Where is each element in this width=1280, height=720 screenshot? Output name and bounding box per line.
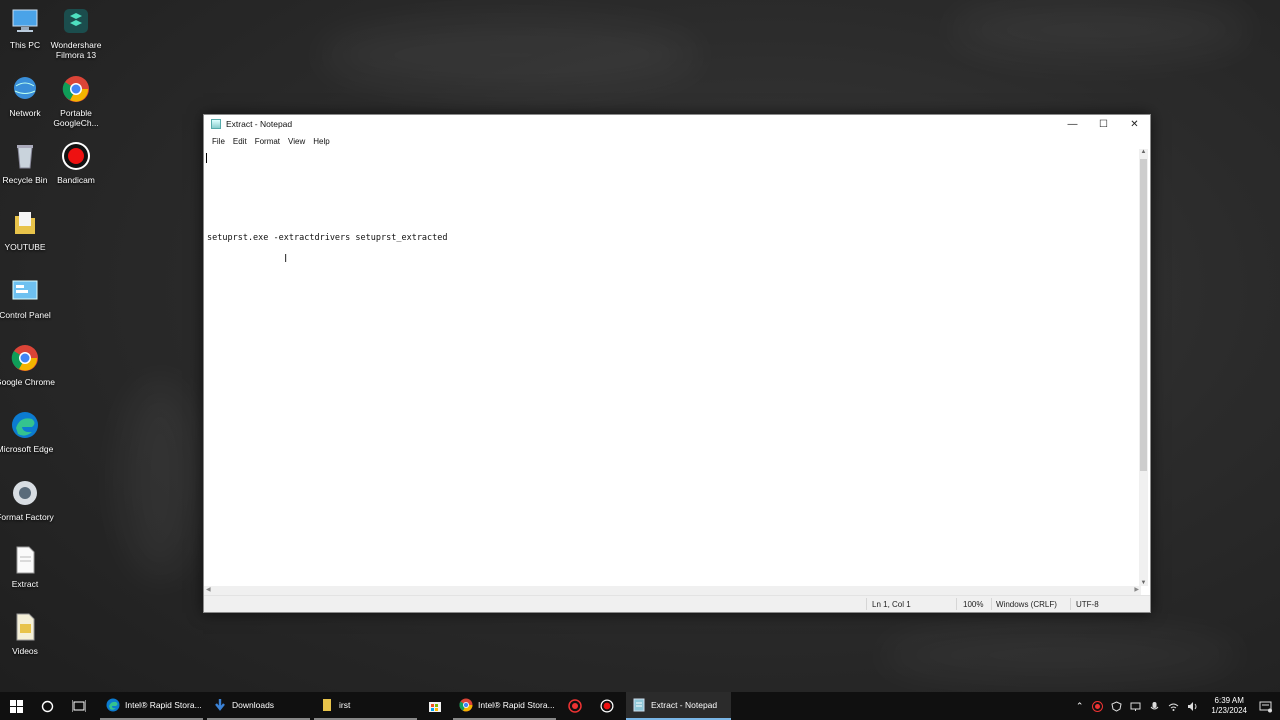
vertical-scrollbar[interactable]: ▲ ▼ <box>1139 149 1148 586</box>
notification-icon[interactable] <box>1259 700 1272 713</box>
background-smudge <box>950 0 1250 60</box>
filmora-icon <box>61 6 91 36</box>
system-tray: ⌃ 6:39 AM 1/23/2024 <box>1071 692 1280 720</box>
video-file-icon <box>10 612 40 642</box>
text-caret <box>206 153 207 163</box>
windows-icon <box>9 699 23 713</box>
chrome-icon <box>459 698 473 712</box>
desktop-icon-format-factory[interactable]: Format Factory <box>0 478 56 522</box>
download-icon <box>215 699 225 711</box>
menu-bar: File Edit Format View Help <box>204 133 1150 149</box>
tray-volume-icon[interactable] <box>1187 701 1199 712</box>
tray-shield-icon[interactable] <box>1111 700 1122 712</box>
text-file-icon <box>10 545 40 575</box>
folder-icon <box>323 699 331 711</box>
close-button[interactable]: ✕ <box>1119 115 1150 133</box>
tray-bandicam-icon[interactable] <box>1092 700 1104 712</box>
notepad-icon <box>633 698 645 712</box>
notepad-window: Extract - Notepad — ☐ ✕ File Edit Format… <box>203 114 1151 613</box>
search-icon <box>41 700 53 712</box>
folder-icon <box>10 208 40 238</box>
taskbar-app-store[interactable] <box>422 692 448 720</box>
background-smudge <box>880 630 1240 680</box>
taskbar-app-edge-intel[interactable]: Intel® Rapid Stora... <box>100 692 203 720</box>
taskbar-app-irst-folder[interactable]: irst <box>314 692 417 720</box>
scroll-left-arrow-icon[interactable]: ◀ <box>206 586 211 593</box>
store-icon <box>429 702 441 712</box>
window-title: Extract - Notepad <box>226 119 293 129</box>
taskbar-app-label: Downloads <box>232 700 275 710</box>
clock[interactable]: 6:39 AM 1/23/2024 <box>1211 696 1247 716</box>
desktop-icon-youtube-folder[interactable]: YOUTUBE <box>0 208 56 252</box>
status-cursor-position: Ln 1, Col 1 <box>872 600 911 609</box>
desktop-icon-control-panel[interactable]: Control Panel <box>0 276 56 320</box>
taskbar-app-notepad[interactable]: Extract - Notepad <box>626 692 731 720</box>
scroll-up-arrow-icon[interactable]: ▲ <box>1139 149 1148 155</box>
edge-icon <box>106 698 120 712</box>
control-panel-icon <box>10 276 40 306</box>
recycle-bin-icon <box>10 141 40 171</box>
status-bar: Ln 1, Col 1 100% Windows (CRLF) UTF-8 <box>204 595 1150 612</box>
desktop-icon-portable-chrome[interactable]: Portable GoogleCh... <box>45 74 107 128</box>
taskbar-app-label: Intel® Rapid Stora... <box>125 700 202 710</box>
desktop-icon-edge[interactable]: Microsoft Edge <box>0 410 56 454</box>
chrome-icon <box>10 343 40 373</box>
desktop-icon-google-chrome[interactable]: Google Chrome <box>0 343 56 387</box>
notepad-icon <box>211 119 221 129</box>
clock-time: 6:39 AM <box>1214 696 1244 705</box>
bandicam-icon <box>61 141 91 171</box>
desktop-icon-bandicam[interactable]: Bandicam <box>45 141 107 185</box>
menu-format[interactable]: Format <box>251 137 284 146</box>
ibeam-cursor-icon: I <box>284 252 288 265</box>
chrome-icon <box>61 74 91 104</box>
taskbar-app-label: Intel® Rapid Stora... <box>478 700 555 710</box>
background-smudge <box>120 380 200 580</box>
desktop-icon-extract[interactable]: Extract <box>0 545 56 589</box>
desktop-icon-filmora[interactable]: Wondershare Filmora 13 <box>45 6 107 60</box>
tray-monitor-icon[interactable] <box>1130 701 1141 712</box>
network-icon <box>10 74 40 104</box>
desktop-icon-videos[interactable]: Videos <box>0 612 56 656</box>
title-bar[interactable]: Extract - Notepad — ☐ ✕ <box>204 115 1150 133</box>
window-controls: — ☐ ✕ <box>1057 115 1150 133</box>
background-smudge <box>320 20 700 90</box>
computer-icon <box>10 6 40 36</box>
taskbar-app-bandicam-record[interactable] <box>562 692 588 720</box>
clock-date: 1/23/2024 <box>1211 706 1247 715</box>
taskbar-app-label: irst <box>339 700 351 710</box>
status-line-endings: Windows (CRLF) <box>996 600 1057 609</box>
tray-overflow-chevron-icon[interactable]: ⌃ <box>1076 701 1084 712</box>
menu-view[interactable]: View <box>284 137 309 146</box>
status-zoom: 100% <box>963 600 984 609</box>
editor-text-line: setuprst.exe -extractdrivers setuprst_ex… <box>207 233 448 243</box>
task-view-button[interactable] <box>64 692 94 720</box>
menu-help[interactable]: Help <box>309 137 333 146</box>
menu-edit[interactable]: Edit <box>229 137 251 146</box>
taskbar-app-label: Extract - Notepad <box>651 700 718 710</box>
tray-microphone-icon[interactable] <box>1149 701 1160 712</box>
maximize-button[interactable]: ☐ <box>1088 115 1119 133</box>
record-icon <box>568 699 582 713</box>
horizontal-scrollbar[interactable]: ◀ ▶ <box>204 586 1141 595</box>
minimize-button[interactable]: — <box>1057 115 1088 133</box>
format-factory-icon <box>10 478 40 508</box>
search-button[interactable] <box>32 692 62 720</box>
taskbar-app-chrome-intel[interactable]: Intel® Rapid Stora... <box>453 692 556 720</box>
taskbar: Intel® Rapid Stora... Downloads irst Int… <box>0 692 1280 720</box>
tray-network-icon[interactable] <box>1168 701 1179 712</box>
scroll-thumb[interactable] <box>1140 159 1147 471</box>
bandicam-icon <box>600 699 614 713</box>
start-button[interactable] <box>0 692 32 720</box>
scroll-right-arrow-icon[interactable]: ▶ <box>1134 586 1139 593</box>
task-view-icon <box>72 700 86 712</box>
taskbar-app-downloads[interactable]: Downloads <box>207 692 310 720</box>
text-editor[interactable]: setuprst.exe -extractdrivers setuprst_ex… <box>204 149 1141 586</box>
taskbar-app-bandicam[interactable] <box>594 692 620 720</box>
edge-icon <box>10 410 40 440</box>
status-encoding: UTF-8 <box>1076 600 1099 609</box>
menu-file[interactable]: File <box>208 137 229 146</box>
